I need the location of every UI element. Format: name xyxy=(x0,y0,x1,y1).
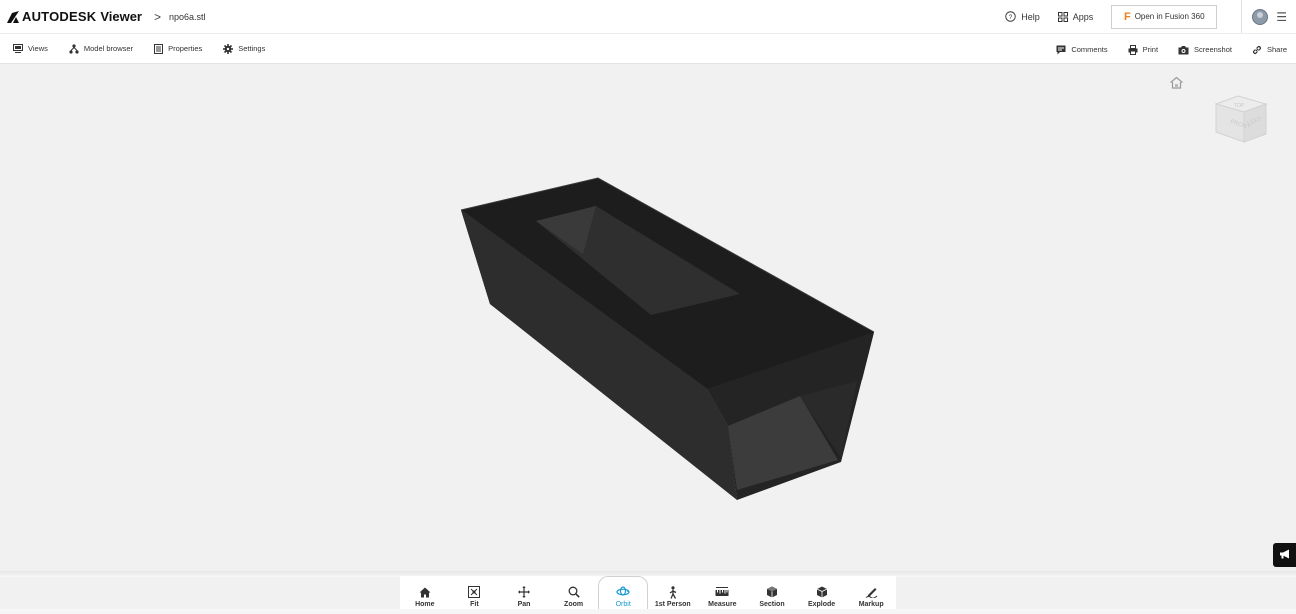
stl-model[interactable] xyxy=(0,64,1296,571)
zoom-icon xyxy=(568,585,580,599)
user-avatar[interactable] xyxy=(1252,8,1269,25)
tool-first-person-label: 1st Person xyxy=(654,601,691,608)
viewer-canvas[interactable]: FRONT LEFT TOP xyxy=(0,64,1296,571)
model-browser-button[interactable]: Model browser xyxy=(69,43,134,54)
megaphone-icon xyxy=(1279,546,1291,564)
breadcrumb-chevron-icon: > xyxy=(154,9,162,24)
tool-orbit-label: Orbit xyxy=(615,601,631,608)
file-name[interactable]: npo6a.stl xyxy=(169,12,206,22)
viewcube-icon[interactable]: FRONT LEFT TOP xyxy=(1210,92,1270,152)
model-browser-icon xyxy=(69,43,79,54)
viewcube-home-icon[interactable] xyxy=(1169,76,1184,94)
print-button[interactable]: Print xyxy=(1128,44,1159,55)
brand-name: AUTODESK xyxy=(22,9,97,24)
svg-text:?: ? xyxy=(1009,14,1013,21)
comments-button[interactable]: Comments xyxy=(1056,45,1108,55)
help-label: Help xyxy=(1021,11,1040,22)
fusion-label: Open in Fusion 360 xyxy=(1134,12,1205,21)
apps-button[interactable]: Apps xyxy=(1057,11,1094,22)
screenshot-button[interactable]: Screenshot xyxy=(1178,45,1232,55)
tool-fit-label: Fit xyxy=(470,601,479,608)
viewer-toolbar: Views Model browser Properties Settings xyxy=(0,33,1296,64)
markup-pencil-icon xyxy=(865,585,878,599)
measure-icon xyxy=(715,585,729,599)
explode-icon xyxy=(816,585,828,599)
share-button[interactable]: Share xyxy=(1252,45,1287,55)
tool-explode-label: Explode xyxy=(807,601,836,608)
fit-icon xyxy=(468,585,481,599)
apps-grid-icon xyxy=(1057,11,1068,22)
tool-home-label: Home xyxy=(415,601,435,608)
tool-markup-label: Markup xyxy=(858,601,884,608)
autodesk-brand[interactable]: AUTODESK Viewer xyxy=(7,9,142,24)
properties-button[interactable]: Properties xyxy=(154,43,203,54)
apps-label: Apps xyxy=(1072,11,1094,22)
print-label: Print xyxy=(1142,45,1159,54)
comments-label: Comments xyxy=(1071,45,1108,54)
properties-icon xyxy=(154,43,164,54)
share-link-icon xyxy=(1252,45,1262,55)
pan-icon xyxy=(517,585,530,599)
help-circle-icon: ? xyxy=(1005,11,1016,22)
views-icon xyxy=(13,44,23,53)
product-name: Viewer xyxy=(100,9,142,24)
tool-pan-label: Pan xyxy=(517,601,531,608)
section-icon xyxy=(766,585,778,599)
settings-label: Settings xyxy=(238,44,266,53)
tool-section-label: Section xyxy=(759,601,785,608)
hamburger-menu-icon[interactable]: ☰ xyxy=(1276,10,1287,24)
open-in-fusion-button[interactable]: F Open in Fusion 360 xyxy=(1111,4,1218,29)
comments-icon xyxy=(1056,45,1066,55)
footer-strip xyxy=(0,609,1296,614)
print-icon xyxy=(1128,44,1138,55)
views-label: Views xyxy=(28,44,48,53)
top-header: AUTODESK Viewer > npo6a.stl ? Help Apps … xyxy=(0,0,1296,33)
feedback-button[interactable] xyxy=(1273,543,1296,567)
camera-icon xyxy=(1178,45,1189,55)
properties-label: Properties xyxy=(168,44,203,53)
settings-gear-icon xyxy=(223,43,234,54)
screenshot-label: Screenshot xyxy=(1194,45,1232,54)
share-label: Share xyxy=(1266,45,1287,54)
home-icon xyxy=(419,585,431,599)
help-button[interactable]: ? Help xyxy=(1005,11,1040,22)
fusion-360-icon: F xyxy=(1123,10,1131,23)
header-divider xyxy=(1241,0,1243,33)
tool-measure-label: Measure xyxy=(708,601,737,608)
svg-text:TOP: TOP xyxy=(1234,103,1245,109)
model-browser-label: Model browser xyxy=(83,44,134,53)
autodesk-logo-icon xyxy=(7,10,19,23)
first-person-icon xyxy=(668,585,678,599)
settings-button[interactable]: Settings xyxy=(223,43,266,54)
orbit-icon xyxy=(616,585,630,599)
tool-zoom-label: Zoom xyxy=(564,601,584,608)
views-button[interactable]: Views xyxy=(13,44,48,53)
